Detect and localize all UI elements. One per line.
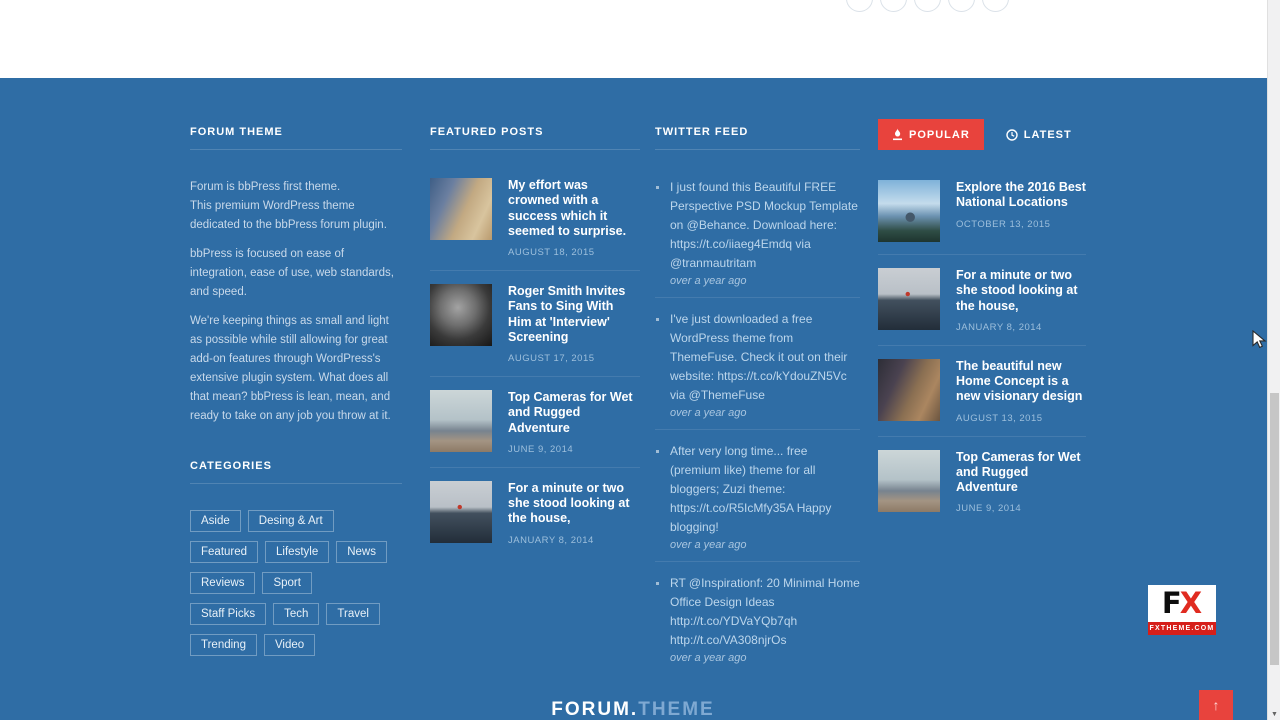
post-title[interactable]: For a minute or two she stood looking at… (508, 481, 640, 527)
share-button-icon[interactable] (948, 0, 975, 12)
scroll-to-top-button[interactable]: ↑ (1199, 690, 1233, 720)
category-tag[interactable]: Sport (262, 572, 312, 594)
featured-post-item: Roger Smith Invites Fans to Sing With Hi… (430, 284, 640, 377)
tweet-text[interactable]: I've just downloaded a free WordPress th… (670, 310, 860, 405)
widget-title-featured-posts: FEATURED POSTS (430, 126, 640, 150)
category-tag[interactable]: Featured (190, 541, 259, 563)
post-date: OCTOBER 13, 2015 (956, 218, 1051, 230)
about-paragraph: bbPress is focused on ease of integratio… (190, 248, 394, 298)
post-thumbnail[interactable] (878, 268, 940, 330)
post-title[interactable]: Top Cameras for Wet and Rugged Adventure (508, 390, 640, 436)
post-thumbnail[interactable] (430, 390, 492, 452)
post-thumbnail[interactable] (430, 284, 492, 346)
widget-title-forum-theme: FORUM THEME (190, 126, 402, 150)
tweet-timestamp: over a year ago (670, 407, 747, 419)
fx-logo-x: X (1179, 586, 1203, 620)
tweet-text[interactable]: After very long time... free (premium li… (670, 442, 860, 537)
widget-title-categories: CATEGORIES (190, 460, 402, 484)
category-tag[interactable]: Travel (326, 603, 380, 625)
popular-post-item: Explore the 2016 Best National Locations… (878, 180, 1086, 255)
popular-post-item: The beautiful new Home Concept is a new … (878, 358, 1086, 437)
category-tag[interactable]: Video (263, 634, 316, 656)
tweet-item: RT @Inspirationf: 20 Minimal Home Office… (655, 574, 860, 674)
tweet-timestamp: over a year ago (670, 275, 747, 287)
scrollbar-track[interactable]: ▼ (1267, 0, 1280, 720)
category-tag[interactable]: Aside (190, 510, 241, 532)
flame-icon (892, 128, 903, 141)
site-logo-secondary: THEME (638, 699, 715, 720)
fxtheme-logo[interactable]: FX FXTHEME.COM (1148, 585, 1216, 635)
scrollbar-down-arrow-icon[interactable]: ▼ (1268, 711, 1280, 718)
post-title[interactable]: Top Cameras for Wet and Rugged Adventure (956, 450, 1086, 496)
post-title[interactable]: My effort was crowned with a success whi… (508, 178, 640, 239)
site-logo-primary: FORUM. (551, 699, 639, 720)
featured-post-item: For a minute or two she stood looking at… (430, 480, 640, 558)
category-tag[interactable]: Tech (273, 603, 320, 625)
post-date: AUGUST 18, 2015 (508, 247, 595, 258)
post-date: AUGUST 17, 2015 (508, 353, 595, 364)
tab-popular-label: POPULAR (909, 128, 970, 141)
widget-title-twitter-feed: TWITTER FEED (655, 126, 860, 150)
popular-latest-tabbar: POPULAR LATEST (878, 119, 1086, 150)
arrow-up-icon: ↑ (1212, 697, 1220, 713)
featured-post-item: Top Cameras for Wet and Rugged Adventure… (430, 390, 640, 468)
fxtheme-logo-site: FXTHEME.COM (1148, 622, 1216, 635)
category-tag[interactable]: Desing & Art (247, 510, 334, 532)
about-paragraph: We're keeping things as small and light … (190, 315, 391, 422)
category-tag[interactable]: Reviews (190, 572, 256, 594)
about-paragraph: Forum is bbPress first theme. This premi… (190, 181, 387, 231)
post-title[interactable]: For a minute or two she stood looking at… (956, 268, 1086, 314)
post-title[interactable]: The beautiful new Home Concept is a new … (956, 359, 1086, 405)
page: FORUM THEME Forum is bbPress first theme… (0, 0, 1267, 720)
category-tag[interactable]: Lifestyle (265, 541, 330, 563)
share-buttons-row (846, 0, 1009, 12)
site-logo[interactable]: FORUM.THEME (551, 699, 714, 720)
post-title[interactable]: Explore the 2016 Best National Locations (956, 180, 1086, 211)
share-button-icon[interactable] (914, 0, 941, 12)
featured-post-item: My effort was crowned with a success whi… (430, 178, 640, 271)
category-tag[interactable]: Trending (190, 634, 257, 656)
footer-widget-popular-latest: POPULAR LATEST Explore the 2016 Best Nat… (878, 119, 1086, 686)
post-thumbnail[interactable] (878, 358, 940, 421)
scrollbar-thumb[interactable] (1270, 393, 1279, 665)
tweet-timestamp: over a year ago (670, 652, 747, 664)
share-button-icon[interactable] (982, 0, 1009, 12)
tweet-timestamp: over a year ago (670, 539, 747, 551)
footer-widget-twitter-feed: TWITTER FEED I just found this Beautiful… (655, 126, 860, 686)
post-title[interactable]: Roger Smith Invites Fans to Sing With Hi… (508, 284, 640, 345)
category-tag[interactable]: Staff Picks (190, 603, 267, 625)
clock-icon (1006, 128, 1018, 141)
category-tag[interactable]: News (336, 541, 387, 563)
footer: FORUM THEME Forum is bbPress first theme… (0, 78, 1267, 720)
tab-popular[interactable]: POPULAR (878, 119, 984, 150)
post-date: JUNE 9, 2014 (956, 503, 1022, 515)
footer-widget-featured-posts: FEATURED POSTS My effort was crowned wit… (430, 126, 640, 686)
tweet-item: I've just downloaded a free WordPress th… (655, 310, 860, 430)
footer-widget-about: FORUM THEME Forum is bbPress first theme… (190, 126, 402, 686)
post-date: AUGUST 13, 2015 (956, 412, 1043, 424)
share-button-icon[interactable] (880, 0, 907, 12)
tweet-item: I just found this Beautiful FREE Perspec… (655, 178, 860, 298)
popular-post-item: For a minute or two she stood looking at… (878, 268, 1086, 346)
post-thumbnail[interactable] (878, 449, 940, 512)
popular-post-item: Top Cameras for Wet and Rugged Adventure… (878, 449, 1086, 527)
fxtheme-logo-mark: FX (1148, 585, 1216, 622)
post-date: JUNE 9, 2014 (508, 443, 574, 455)
fx-logo-f: F (1161, 586, 1182, 620)
category-tags: Aside Desing & Art Featured Lifestyle Ne… (190, 510, 402, 665)
post-date: JANUARY 8, 2014 (508, 534, 594, 546)
tab-latest[interactable]: LATEST (1006, 129, 1072, 141)
post-thumbnail[interactable] (430, 480, 492, 543)
post-thumbnail[interactable] (430, 178, 492, 240)
share-button-icon[interactable] (846, 0, 873, 12)
post-thumbnail[interactable] (878, 180, 940, 242)
post-date: JANUARY 8, 2014 (956, 321, 1042, 333)
tweet-text[interactable]: I just found this Beautiful FREE Perspec… (670, 178, 860, 273)
tab-latest-label: LATEST (1023, 128, 1072, 141)
tweet-item: After very long time... free (premium li… (655, 442, 860, 562)
tweet-text[interactable]: RT @Inspirationf: 20 Minimal Home Office… (670, 574, 860, 650)
